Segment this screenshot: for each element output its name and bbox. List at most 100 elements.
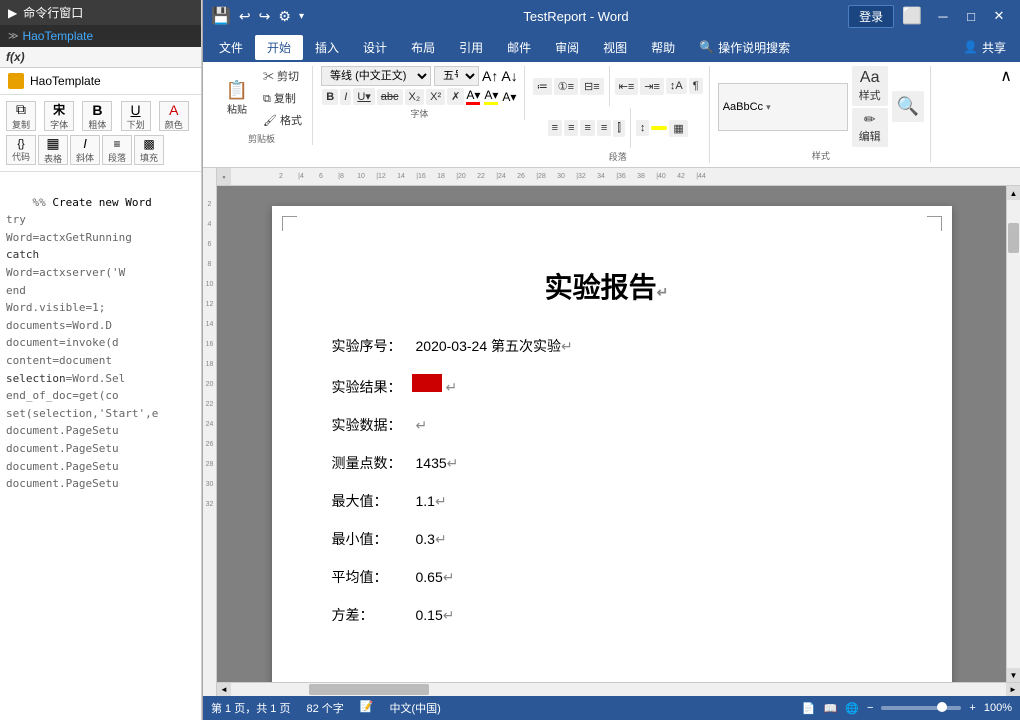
line-spacing-button[interactable]: ↕ <box>636 120 650 136</box>
edit-button[interactable]: ✏ 编辑 <box>852 108 888 147</box>
cut-button[interactable]: ✂ 剪切 <box>259 66 306 86</box>
settings-icon[interactable]: ⚙ <box>278 8 291 25</box>
styles-actions: Aa 样式 ✏ 编辑 <box>852 66 888 147</box>
shading-button[interactable] <box>651 126 667 130</box>
nav-bar[interactable]: ≫ HaoTemplate <box>0 25 201 47</box>
justify-button[interactable]: ≡ <box>597 120 611 136</box>
menu-review[interactable]: 审阅 <box>543 35 591 60</box>
font-btn[interactable]: 宋字体 <box>44 101 74 131</box>
fill-btn[interactable]: ▩填充 <box>134 135 164 165</box>
decrease-indent-button[interactable]: ⇤≡ <box>615 78 639 95</box>
menu-view[interactable]: 视图 <box>591 35 639 60</box>
save-icon[interactable]: 💾 <box>211 6 231 26</box>
italic-btn[interactable]: I斜体 <box>70 135 100 165</box>
menu-insert[interactable]: 插入 <box>303 35 351 60</box>
zoom-thumb <box>937 702 947 712</box>
field-value-xuhao: 2020-03-24 第五次实验↵ <box>416 336 573 356</box>
ribbon-collapse-btn[interactable]: ∧ <box>1000 66 1012 86</box>
font-group: 等线 (中文正文) 五号 A↑ A↓ B I U▾ abc X₂ X² ✗ A▾… <box>315 66 525 120</box>
scroll-track[interactable] <box>1007 200 1020 668</box>
close-button[interactable]: ✕ <box>986 5 1012 27</box>
zoom-level[interactable]: 100% <box>984 702 1012 714</box>
undo-icon[interactable]: ↩ <box>239 8 251 25</box>
scroll-left-button[interactable]: ◄ <box>217 683 231 697</box>
font-family-selector[interactable]: 等线 (中文正文) <box>321 66 431 86</box>
horiz-scroll-track[interactable] <box>231 683 1006 696</box>
bullets-button[interactable]: ≔ <box>533 78 552 95</box>
styles-button[interactable]: Aa 样式 <box>852 66 888 106</box>
underline-btn[interactable]: U下划 <box>121 101 151 131</box>
menu-home[interactable]: 开始 <box>255 35 303 60</box>
horiz-scroll-thumb[interactable] <box>309 684 429 695</box>
border-button[interactable]: ▦ <box>669 120 687 137</box>
sort-button[interactable]: ↕A <box>666 78 687 94</box>
copy-btn[interactable]: ⧉复制 <box>6 101 36 131</box>
align-right-button[interactable]: ≡ <box>580 120 594 136</box>
layout-icon[interactable]: ⬜ <box>902 6 922 26</box>
font-shrink-icon[interactable]: A↓ <box>501 68 517 84</box>
input-mode-icon[interactable]: 📝 <box>360 700 374 716</box>
scrollbar-vertical[interactable]: ▲ ▼ <box>1006 186 1020 682</box>
scroll-down-button[interactable]: ▼ <box>1007 668 1020 682</box>
menu-references[interactable]: 引用 <box>447 35 495 60</box>
scroll-up-button[interactable]: ▲ <box>1007 186 1020 200</box>
menu-bar: 文件 开始 插入 设计 布局 引用 邮件 审阅 视图 帮助 🔍操作说明搜索 👤 … <box>203 32 1020 62</box>
multilevel-button[interactable]: ⊟≡ <box>580 78 604 95</box>
zoom-minus-button[interactable]: − <box>867 702 873 714</box>
paragraph-btn[interactable]: ≡段落 <box>102 135 132 165</box>
minimize-button[interactable]: ─ <box>930 5 956 27</box>
web-view-icon[interactable]: 🌐 <box>845 702 859 715</box>
align-left-button[interactable]: ≡ <box>548 120 562 136</box>
color-btn[interactable]: A颜色 <box>159 101 189 131</box>
menu-design[interactable]: 设计 <box>351 35 399 60</box>
zoom-slider[interactable] <box>881 706 961 710</box>
strikethrough-button[interactable]: abc <box>377 89 403 105</box>
zoom-plus-button[interactable]: + <box>969 702 975 714</box>
text-effect-button[interactable]: A▾ <box>502 90 516 104</box>
bold-btn[interactable]: B粗体 <box>82 101 112 131</box>
search-replace-btn[interactable]: 🔍 <box>892 91 924 122</box>
doc-view-icon[interactable]: 📄 <box>802 702 816 715</box>
subscript-button[interactable]: X₂ <box>405 89 425 105</box>
italic-button[interactable]: I <box>340 89 351 105</box>
styles-gallery[interactable]: AaBbCc ▾ <box>718 83 848 131</box>
bold-button[interactable]: B <box>322 89 338 105</box>
code-btn[interactable]: {}代码 <box>6 135 36 165</box>
redo-icon[interactable]: ↪ <box>259 8 271 25</box>
marks-button[interactable]: ¶ <box>689 78 703 94</box>
numbering-button[interactable]: ①≡ <box>554 78 578 95</box>
paste-button[interactable]: 📋 粘贴 <box>217 78 257 118</box>
menu-mail[interactable]: 邮件 <box>495 35 543 60</box>
share-button[interactable]: 👤 共享 <box>953 35 1016 60</box>
toolbox-row2: {}代码 ▦表格 I斜体 ≡段落 ▩填充 <box>6 135 195 165</box>
format-button[interactable]: 🖌 格式 <box>259 110 306 130</box>
scroll-right-button[interactable]: ► <box>1006 683 1020 697</box>
status-right: 📄 📖 🌐 − + 100% <box>802 702 1012 715</box>
ruler-vertical: 2 4 6 8 10 12 14 16 18 20 22 24 26 28 30… <box>203 168 217 696</box>
maximize-button[interactable]: □ <box>958 5 984 27</box>
menu-search[interactable]: 🔍操作说明搜索 <box>687 35 802 60</box>
columns-button[interactable]: ⫿ <box>613 120 625 137</box>
align-center-button[interactable]: ≡ <box>564 120 578 136</box>
menu-help[interactable]: 帮助 <box>639 35 687 60</box>
font-size-selector[interactable]: 五号 <box>434 66 479 86</box>
lang-label[interactable]: 中文(中国) <box>389 700 440 716</box>
title-bar: 💾 ↩ ↪ ⚙ ▾ TestReport - Word 登录 ⬜ ─ □ ✕ <box>203 0 1020 32</box>
underline-button[interactable]: U▾ <box>353 88 374 105</box>
document-scroll[interactable]: 实验报告↵ 实验序号： 2020-03-24 第五次实验↵ 实验结果： ↵ <box>217 186 1006 682</box>
read-view-icon[interactable]: 📖 <box>824 702 838 715</box>
scrollbar-horizontal[interactable]: ◄ ► <box>217 682 1020 696</box>
clear-format-button[interactable]: ✗ <box>447 88 464 105</box>
dropdown-icon[interactable]: ▾ <box>299 11 304 22</box>
menu-layout[interactable]: 布局 <box>399 35 447 60</box>
table-btn[interactable]: ▦表格 <box>38 135 68 165</box>
font-color-a[interactable]: A▾ <box>466 88 480 105</box>
login-button[interactable]: 登录 <box>848 5 894 28</box>
highlight-button[interactable]: A▾ <box>484 88 498 105</box>
font-grow-icon[interactable]: A↑ <box>482 68 498 84</box>
superscript-button[interactable]: X² <box>426 89 445 105</box>
copy-button[interactable]: ⧉ 复制 <box>259 88 306 108</box>
menu-file[interactable]: 文件 <box>207 35 255 60</box>
scroll-thumb[interactable] <box>1008 223 1019 253</box>
increase-indent-button[interactable]: ⇥≡ <box>640 78 664 95</box>
